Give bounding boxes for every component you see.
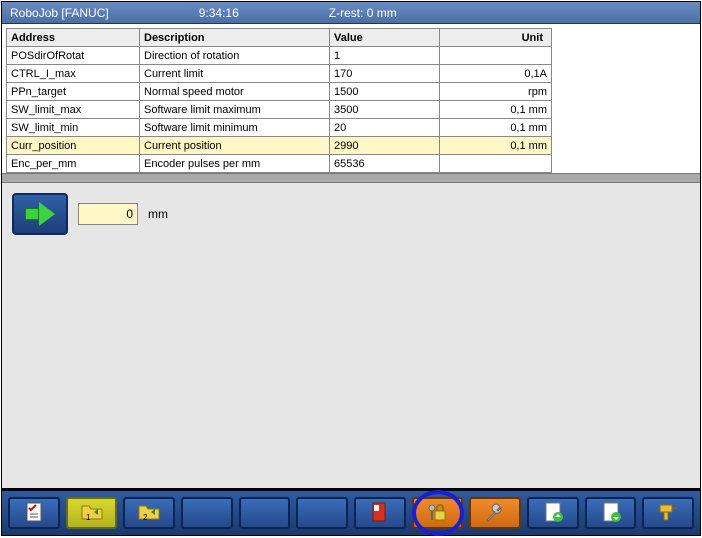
folder-2-icon: 2 xyxy=(135,500,163,527)
toolbar-btn-3[interactable]: 2 xyxy=(123,497,175,529)
cell-val: 20 xyxy=(330,119,440,137)
cell-addr: Enc_per_mm xyxy=(7,155,140,173)
folder-1-icon: 1 xyxy=(78,500,106,527)
bottom-toolbar: 12 xyxy=(2,491,700,535)
cell-unit xyxy=(440,47,552,65)
lock-keys-icon xyxy=(424,500,452,527)
th-unit[interactable]: Unit xyxy=(440,29,552,47)
cell-addr: SW_limit_max xyxy=(7,101,140,119)
drill-icon xyxy=(654,500,682,527)
cell-val: 1500 xyxy=(330,83,440,101)
params-table-wrap: Address Description Value Unit POSdirOfR… xyxy=(2,24,700,173)
cell-desc: Current position xyxy=(140,137,330,155)
table-row[interactable]: Enc_per_mmEncoder pulses per mm65536 xyxy=(7,155,552,173)
app-window: RoboJob [FANUC] 9:34:16 Z-rest: 0 mm Add… xyxy=(1,1,701,536)
toolbar-btn-8[interactable] xyxy=(412,497,464,529)
cell-val: 170 xyxy=(330,65,440,83)
toolbar-btn-9[interactable] xyxy=(469,497,521,529)
wrench-icon xyxy=(481,500,509,527)
cell-unit: rpm xyxy=(440,83,552,101)
cell-desc: Software limit minimum xyxy=(140,119,330,137)
cell-desc: Direction of rotation xyxy=(140,47,330,65)
toolbar-btn-12[interactable] xyxy=(642,497,694,529)
cell-unit: 0,1 mm xyxy=(440,101,552,119)
cell-desc: Software limit maximum xyxy=(140,101,330,119)
cell-desc: Normal speed motor xyxy=(140,83,330,101)
th-address[interactable]: Address xyxy=(7,29,140,47)
toolbar-btn-6[interactable] xyxy=(296,497,348,529)
cell-unit xyxy=(440,155,552,173)
position-input[interactable] xyxy=(78,203,138,225)
cell-val: 3500 xyxy=(330,101,440,119)
table-row[interactable]: CTRL_I_maxCurrent limit1700,1A xyxy=(7,65,552,83)
cell-unit: 0,1A xyxy=(440,65,552,83)
th-value[interactable]: Value xyxy=(330,29,440,47)
mid-area: mm xyxy=(2,183,700,488)
cell-desc: Encoder pulses per mm xyxy=(140,155,330,173)
cell-addr: CTRL_I_max xyxy=(7,65,140,83)
book-icon xyxy=(366,500,394,527)
clipboard-check-icon xyxy=(20,500,48,527)
table-row[interactable]: SW_limit_maxSoftware limit maximum35000,… xyxy=(7,101,552,119)
go-row: mm xyxy=(12,193,690,235)
position-unit: mm xyxy=(148,207,168,221)
toolbar-btn-4[interactable] xyxy=(181,497,233,529)
content-area: Address Description Value Unit POSdirOfR… xyxy=(2,24,700,535)
page-up-icon xyxy=(539,500,567,527)
cell-val: 65536 xyxy=(330,155,440,173)
toolbar-btn-7[interactable] xyxy=(354,497,406,529)
th-description[interactable]: Description xyxy=(140,29,330,47)
toolbar-btn-1[interactable] xyxy=(8,497,60,529)
table-row[interactable]: SW_limit_minSoftware limit minimum200,1 … xyxy=(7,119,552,137)
go-button[interactable] xyxy=(12,193,68,235)
table-row[interactable]: POSdirOfRotatDirection of rotation1 xyxy=(7,47,552,65)
separator-bar xyxy=(2,173,700,183)
page-down-icon xyxy=(597,500,625,527)
table-row[interactable]: Curr_positionCurrent position29900,1 mm xyxy=(7,137,552,155)
svg-text:2: 2 xyxy=(143,513,148,522)
zrest-label: Z-rest: 0 mm xyxy=(329,6,397,20)
params-table: Address Description Value Unit POSdirOfR… xyxy=(6,28,552,173)
cell-val: 2990 xyxy=(330,137,440,155)
table-row[interactable]: PPn_targetNormal speed motor1500rpm xyxy=(7,83,552,101)
cell-unit: 0,1 mm xyxy=(440,119,552,137)
cell-addr: SW_limit_min xyxy=(7,119,140,137)
app-title: RoboJob [FANUC] xyxy=(10,6,109,20)
cell-addr: POSdirOfRotat xyxy=(7,47,140,65)
arrow-right-icon xyxy=(25,202,55,226)
cell-addr: PPn_target xyxy=(7,83,140,101)
svg-text:1: 1 xyxy=(86,513,91,522)
toolbar-btn-5[interactable] xyxy=(239,497,291,529)
cell-val: 1 xyxy=(330,47,440,65)
toolbar-btn-2[interactable]: 1 xyxy=(66,497,118,529)
toolbar-btn-10[interactable] xyxy=(527,497,579,529)
cell-desc: Current limit xyxy=(140,65,330,83)
cell-addr: Curr_position xyxy=(7,137,140,155)
toolbar-btn-11[interactable] xyxy=(585,497,637,529)
cell-unit: 0,1 mm xyxy=(440,137,552,155)
time-label: 9:34:16 xyxy=(199,6,239,20)
titlebar: RoboJob [FANUC] 9:34:16 Z-rest: 0 mm xyxy=(2,2,700,24)
